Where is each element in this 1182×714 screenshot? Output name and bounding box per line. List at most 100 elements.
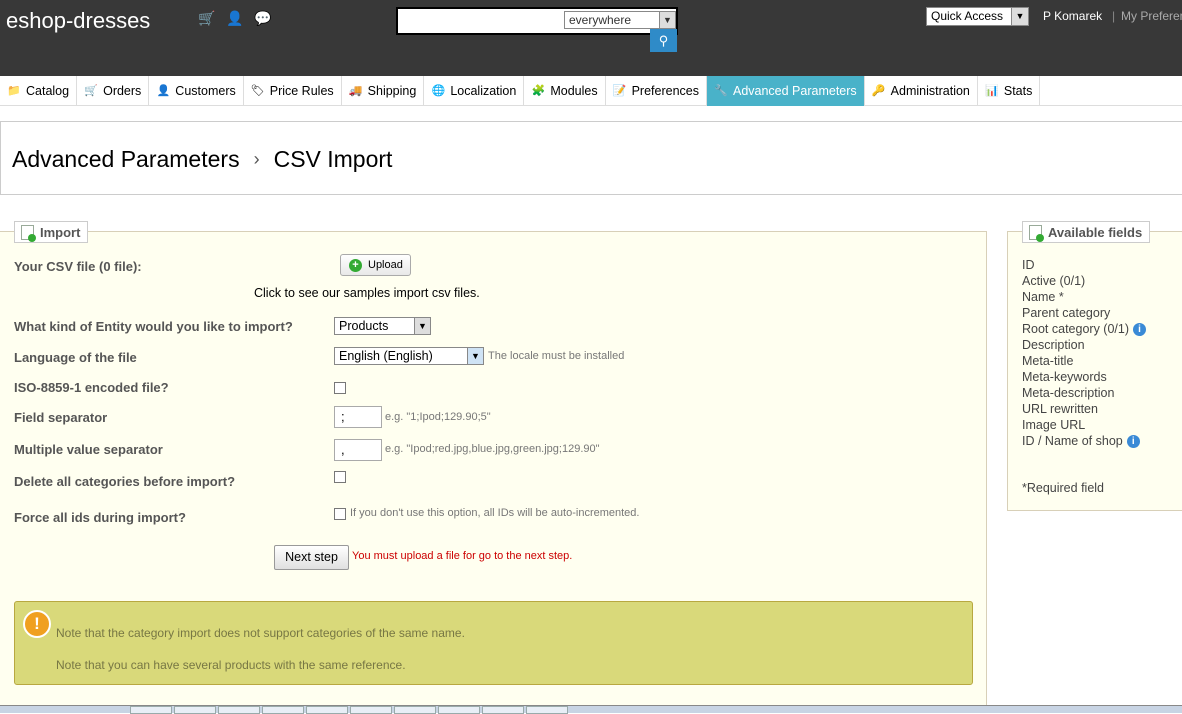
wrench-icon: 🔧 xyxy=(714,85,728,97)
truck-icon: 🚚 xyxy=(348,85,363,97)
available-field-item: Active (0/1) xyxy=(1022,273,1146,289)
available-field-label: URL rewritten xyxy=(1022,402,1098,416)
field-separator-label: Field separator xyxy=(14,410,108,425)
header-separator: | xyxy=(1112,9,1116,23)
entity-select[interactable]: Products ▼ xyxy=(334,317,431,335)
tab-label: Preferences xyxy=(631,84,699,98)
available-field-label: Root category (0/1) xyxy=(1022,322,1129,336)
upload-error-text: You must upload a file for go to the nex… xyxy=(352,550,573,562)
search-scope-select[interactable]: everywhere ▼ xyxy=(564,11,676,29)
search-icon: ⚲ xyxy=(658,33,669,48)
import-legend: Import xyxy=(14,221,89,243)
warning-box: ! Note that the category import does not… xyxy=(14,601,973,685)
price-tag-icon: 🏷 xyxy=(250,85,265,97)
import-legend-label: Import xyxy=(40,224,81,240)
available-field-item: Root category (0/1) i xyxy=(1022,321,1146,337)
upload-button[interactable]: + Upload xyxy=(340,254,411,276)
breadcrumb-separator-icon: › xyxy=(253,149,260,169)
info-icon[interactable]: i xyxy=(1126,434,1140,448)
chevron-down-icon: ▼ xyxy=(1011,8,1028,25)
delete-categories-checkbox[interactable] xyxy=(334,471,346,483)
user-name[interactable]: P Komarek xyxy=(1043,9,1102,23)
cart-icon[interactable]: 🛒 xyxy=(198,10,216,26)
tab-modules[interactable]: 🧩 Modules xyxy=(524,76,606,106)
available-field-label: Meta-keywords xyxy=(1022,370,1107,384)
available-fields-list: ID Active (0/1) Name * Parent category Root … xyxy=(1022,257,1146,449)
field-separator-hint: e.g. "1;Ipod;129.90;5" xyxy=(385,411,491,423)
tab-label: Catalog xyxy=(26,84,70,98)
tab-label: Stats xyxy=(1003,84,1033,98)
entity-label: What kind of Entity would you like to im… xyxy=(14,319,293,334)
language-label: Language of the file xyxy=(14,350,137,365)
csv-file-label: Your CSV file (0 file): xyxy=(14,259,142,274)
available-field-item: Name * xyxy=(1022,289,1146,305)
next-step-button[interactable]: Next step xyxy=(274,545,349,570)
tab-administration[interactable]: 🔑 Administration xyxy=(865,76,978,106)
tab-customers[interactable]: 👤 Customers xyxy=(149,76,244,106)
multi-separator-label: Multiple value separator xyxy=(14,442,163,457)
available-field-label: Active (0/1) xyxy=(1022,274,1086,288)
field-separator-input[interactable]: ; xyxy=(334,406,382,428)
search-input[interactable]: everywhere ▼ xyxy=(396,7,678,35)
tab-advanced-parameters[interactable]: 🔧 Advanced Parameters xyxy=(706,76,865,106)
main-nav: 📁 Catalog 🛒 Orders 👤 Customers 🏷 Price Rules 🚚 Sh… xyxy=(0,76,1182,106)
quick-access-label: Quick Access xyxy=(931,9,1004,23)
cart-icon: 🛒 xyxy=(84,85,98,97)
available-fields-legend: Available fields xyxy=(1022,221,1151,243)
tab-orders[interactable]: 🛒 Orders xyxy=(77,76,150,106)
top-header: eshop-dresses 🛒 👤 💬 everywhere ▼ ⚲ Quick… xyxy=(0,0,1182,76)
available-field-label: Name * xyxy=(1022,290,1064,304)
tab-preferences[interactable]: 📝 Preferences xyxy=(606,76,707,106)
available-field-label: Image URL xyxy=(1022,418,1086,432)
user-icon: 👤 xyxy=(156,85,171,97)
available-field-item: Parent category xyxy=(1022,305,1146,321)
tab-label: Orders xyxy=(103,84,142,98)
force-ids-hint: If you don't use this option, all IDs wi… xyxy=(350,507,640,519)
tab-localization[interactable]: 🌐 Localization xyxy=(424,76,525,106)
header-icons: 🛒 👤 💬 xyxy=(198,10,272,26)
breadcrumb: Advanced Parameters › CSV Import xyxy=(12,146,392,173)
available-field-item: URL rewritten xyxy=(1022,401,1146,417)
force-ids-checkbox[interactable] xyxy=(334,508,346,520)
available-field-item: Description xyxy=(1022,337,1146,353)
tab-shipping[interactable]: 🚚 Shipping xyxy=(342,76,425,106)
upload-label: Upload xyxy=(368,259,403,271)
page-title: CSV Import xyxy=(273,146,393,172)
tab-price-rules[interactable]: 🏷 Price Rules xyxy=(244,76,342,106)
available-field-item: Image URL xyxy=(1022,417,1146,433)
my-preferences-link[interactable]: My Preferences xyxy=(1121,9,1182,23)
user-icon[interactable]: 👤 xyxy=(226,10,244,26)
available-field-item: ID xyxy=(1022,257,1146,273)
chevron-down-icon: ▼ xyxy=(659,12,675,28)
iso-checkbox[interactable] xyxy=(334,382,346,394)
tab-label: Administration xyxy=(890,84,970,98)
preferences-icon: 📝 xyxy=(612,85,627,97)
tab-label: Localization xyxy=(450,84,517,98)
tab-stats[interactable]: 📊 Stats xyxy=(978,76,1041,106)
samples-link[interactable]: Click to see our samples import csv file… xyxy=(254,286,480,300)
tab-label: Shipping xyxy=(367,84,417,98)
info-icon[interactable]: i xyxy=(1133,322,1146,336)
available-field-label: Meta-description xyxy=(1022,386,1115,400)
multi-separator-input[interactable]: , xyxy=(334,439,382,461)
available-field-item: Meta-description xyxy=(1022,385,1146,401)
chevron-down-icon: ▼ xyxy=(414,318,430,334)
globe-icon: 🌐 xyxy=(431,85,446,97)
multi-separator-hint: e.g. "Ipod;red.jpg,blue.jpg,green.jpg;12… xyxy=(385,443,600,455)
shop-name[interactable]: eshop-dresses xyxy=(6,8,150,34)
tab-catalog[interactable]: 📁 Catalog xyxy=(0,76,78,106)
quick-access-select[interactable]: Quick Access ▼ xyxy=(926,7,1029,26)
tab-label: Customers xyxy=(175,84,236,98)
language-select[interactable]: English (English) ▼ xyxy=(334,347,484,365)
available-field-label: Description xyxy=(1022,338,1085,352)
page-title-bar: Advanced Parameters › CSV Import xyxy=(0,121,1182,195)
delete-categories-label: Delete all categories before import? xyxy=(14,474,236,489)
language-value: English (English) xyxy=(339,349,433,363)
breadcrumb-section[interactable]: Advanced Parameters xyxy=(12,146,240,173)
available-fields-legend-label: Available fields xyxy=(1048,224,1143,240)
message-icon[interactable]: 💬 xyxy=(254,10,272,26)
chevron-down-icon: ▼ xyxy=(467,348,483,364)
search-button[interactable]: ⚲ xyxy=(650,29,677,52)
entity-value: Products xyxy=(339,319,389,333)
tab-label: Advanced Parameters xyxy=(732,84,857,98)
